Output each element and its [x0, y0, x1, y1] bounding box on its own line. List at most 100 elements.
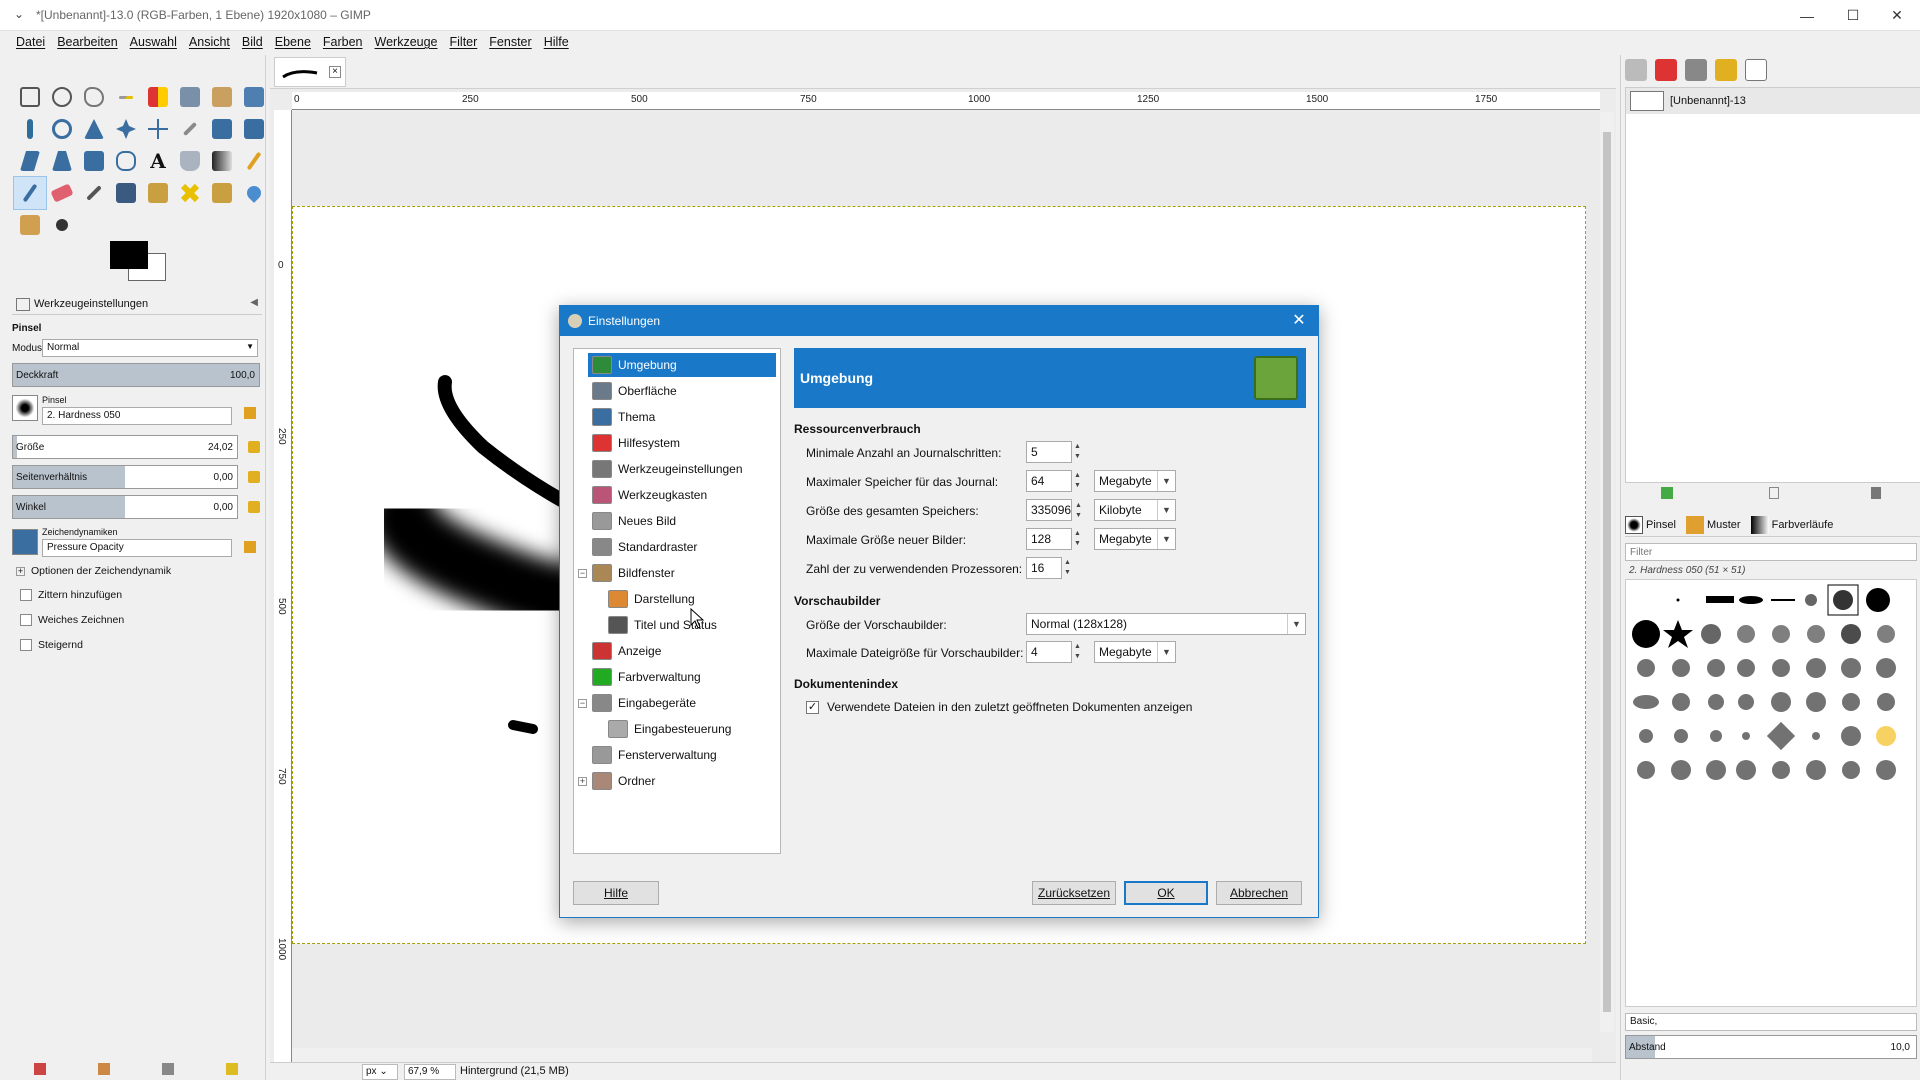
docindex-checkbox[interactable]: ✓ Verwendete Dateien in den zuletzt geöf…	[806, 700, 1192, 714]
tile-cache-spinner[interactable]: 3350961,	[1026, 499, 1072, 521]
spin-arrows-icon[interactable]: ▲ ▼	[1072, 471, 1083, 491]
paths-tab-icon[interactable]	[1685, 59, 1707, 81]
brush-filter-input[interactable]	[1625, 543, 1917, 561]
image-tab-icon[interactable]	[1745, 59, 1767, 81]
duplicate-icon[interactable]	[1769, 487, 1779, 499]
tree-item[interactable]: Thema	[588, 405, 776, 429]
tool-options-tab[interactable]: Werkzeugeinstellungen ◀	[12, 295, 262, 315]
bucket-fill-tool[interactable]	[174, 145, 206, 177]
angle-slider[interactable]: Winkel 0,00	[12, 495, 238, 519]
reset-options-icon[interactable]	[226, 1063, 238, 1075]
free-select-tool[interactable]	[78, 81, 110, 113]
tree-item[interactable]: Werkzeugkasten	[588, 483, 776, 507]
cancel-button[interactable]: Abbrechen	[1216, 881, 1302, 905]
scale-tool[interactable]	[238, 113, 270, 145]
tab-patterns[interactable]: Muster	[1685, 515, 1741, 534]
vertical-scroll-thumb[interactable]	[1603, 132, 1611, 1012]
max-undo-mem-unit-select[interactable]: Megabyte ▼	[1094, 470, 1176, 492]
cage-transform-tool[interactable]	[110, 145, 142, 177]
menu-farben[interactable]: Farben	[317, 35, 369, 49]
dodge-burn-tool[interactable]	[46, 209, 78, 241]
spin-arrows-icon[interactable]: ▲ ▼	[1072, 529, 1083, 549]
clone-tool[interactable]	[142, 177, 174, 209]
edit-brush-icon[interactable]	[244, 407, 256, 419]
perspective-clone-tool[interactable]	[206, 177, 238, 209]
min-undo-spinner[interactable]: 5 ▲ ▼	[1026, 441, 1081, 463]
eraser-tool[interactable]	[46, 177, 78, 209]
crop-tool[interactable]	[174, 113, 206, 145]
scissors-tool[interactable]	[174, 81, 206, 113]
blur-tool[interactable]	[238, 177, 270, 209]
spin-arrows-icon[interactable]: ▲ ▼	[1072, 442, 1083, 462]
horizontal-scrollbar[interactable]	[292, 1048, 1592, 1062]
paths-tool[interactable]	[238, 81, 270, 113]
spin-arrows-icon[interactable]: ▲ ▼	[1073, 501, 1084, 521]
heal-tool[interactable]	[174, 177, 206, 209]
tile-cache-unit-select[interactable]: Kilobyte ▼	[1094, 499, 1176, 521]
foreground-select-tool[interactable]	[206, 81, 238, 113]
undo-history-tab-icon[interactable]	[1715, 59, 1737, 81]
menu-bild[interactable]: Bild	[236, 35, 269, 49]
thumb-filesize-spinner[interactable]: 4 ▲ ▼	[1026, 641, 1081, 663]
ok-button[interactable]: OK	[1124, 881, 1208, 905]
brush-grid[interactable]	[1625, 579, 1917, 1007]
rotate-tool[interactable]	[206, 113, 238, 145]
perspective-tool[interactable]	[46, 145, 78, 177]
tab-menu-icon[interactable]: ◀	[250, 297, 258, 308]
menu-fenster[interactable]: Fenster	[483, 35, 537, 49]
menu-auswahl[interactable]: Auswahl	[124, 35, 183, 49]
paintbrush-tool[interactable]	[13, 176, 47, 210]
smudge-tool[interactable]	[14, 209, 46, 241]
size-slider[interactable]: Größe 24,02	[12, 435, 238, 459]
tree-item[interactable]: Werkzeugeinstellungen	[588, 457, 776, 481]
expand-icon[interactable]: +	[578, 777, 587, 786]
thumb-filesize-unit-select[interactable]: Megabyte ▼	[1094, 641, 1176, 663]
unit-select[interactable]: px ⌄	[362, 1064, 398, 1080]
dynamics-icon[interactable]	[12, 529, 38, 555]
reset-size-icon[interactable]	[248, 441, 260, 453]
max-undo-mem-spinner[interactable]: 64 ▲ ▼	[1026, 470, 1081, 492]
tab-brushes[interactable]: Pinsel	[1625, 515, 1676, 534]
tree-item[interactable]: Farbverwaltung	[588, 665, 776, 689]
close-icon[interactable]: ✕	[1288, 310, 1310, 332]
smooth-checkbox[interactable]: Weiches Zeichnen	[20, 614, 124, 626]
menu-hilfe[interactable]: Hilfe	[538, 35, 575, 49]
save-options-icon[interactable]	[34, 1063, 46, 1075]
aspect-ratio-slider[interactable]: Seitenverhältnis 0,00	[12, 465, 238, 489]
airbrush-tool[interactable]	[78, 177, 110, 209]
tree-item[interactable]: Hilfesystem	[588, 431, 776, 455]
system-menu-icon[interactable]: ⌄	[14, 7, 24, 21]
layers-tab-icon[interactable]	[1625, 59, 1647, 81]
select-by-color-tool[interactable]	[142, 81, 174, 113]
menu-filter[interactable]: Filter	[444, 35, 484, 49]
shear-tool[interactable]	[14, 145, 46, 177]
text-tool[interactable]: A	[142, 145, 174, 177]
reset-angle-icon[interactable]	[248, 501, 260, 513]
dynamics-options-expander[interactable]: + Optionen der Zeichendynamik	[16, 565, 171, 577]
measure-tool[interactable]	[78, 113, 110, 145]
menu-ebene[interactable]: Ebene	[269, 35, 317, 49]
ink-tool[interactable]	[110, 177, 142, 209]
zoom-select[interactable]: 67,9 %	[404, 1064, 456, 1080]
collapse-icon[interactable]: −	[578, 569, 587, 578]
tree-item[interactable]: Neues Bild	[588, 509, 776, 533]
incremental-checkbox[interactable]: Steigernd	[20, 639, 83, 651]
fuzzy-select-tool[interactable]	[110, 81, 142, 113]
max-image-spinner[interactable]: 128 ▲ ▼	[1026, 528, 1081, 550]
tree-item[interactable]: Ordner	[588, 769, 776, 793]
tree-item[interactable]: Bildfenster	[588, 561, 776, 585]
vertical-scrollbar[interactable]	[1600, 112, 1614, 1032]
opacity-slider[interactable]: Deckkraft 100,0	[12, 363, 260, 387]
menu-ansicht[interactable]: Ansicht	[183, 35, 236, 49]
zoom-tool[interactable]	[46, 113, 78, 145]
minimize-button[interactable]: —	[1784, 0, 1830, 31]
spin-arrows-icon[interactable]: ▲ ▼	[1072, 642, 1083, 662]
maximize-button[interactable]: ☐	[1830, 0, 1876, 31]
restore-options-icon[interactable]	[98, 1063, 110, 1075]
ellipse-select-tool[interactable]	[46, 81, 78, 113]
jitter-checkbox[interactable]: Zittern hinzufügen	[20, 589, 122, 601]
tree-item[interactable]: Anzeige	[588, 639, 776, 663]
tree-item[interactable]: Eingabesteuerung	[604, 717, 776, 741]
new-layer-icon[interactable]	[1661, 487, 1673, 499]
tree-item[interactable]: Fensterverwaltung	[588, 743, 776, 767]
